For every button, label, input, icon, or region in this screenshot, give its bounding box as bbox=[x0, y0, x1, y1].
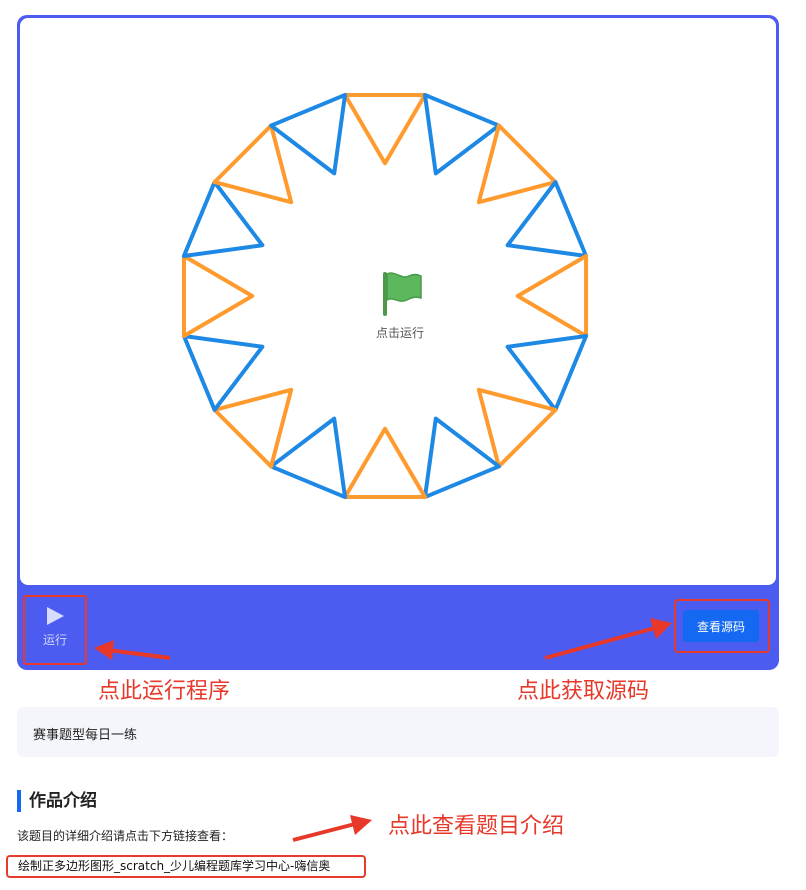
intro-hint: 点此查看题目介绍 bbox=[388, 814, 565, 839]
source-hint: 点此获取源码 bbox=[517, 679, 650, 704]
play-icon bbox=[47, 607, 64, 625]
tag-text: 赛事题型每日一练 bbox=[33, 728, 138, 743]
polygon-triangle bbox=[476, 123, 558, 205]
run-hint: 点此运行程序 bbox=[98, 679, 231, 704]
tag-box: 赛事题型每日一练 bbox=[17, 707, 779, 757]
stage-canvas[interactable]: 点击运行 bbox=[20, 18, 776, 585]
polygon-triangle bbox=[212, 123, 294, 205]
polygon-triangle bbox=[343, 92, 427, 166]
run-button[interactable]: 运行 bbox=[23, 595, 87, 665]
intro-description: 该题目的详细介绍请点击下方链接查看： bbox=[17, 829, 234, 843]
run-label: 运行 bbox=[42, 633, 67, 647]
intro-link[interactable]: 绘制正多边形图形_scratch_少儿编程题库学习中心-嗨信奥 bbox=[6, 855, 366, 878]
view-source-button[interactable]: 查看源码 bbox=[683, 610, 759, 642]
polygon-triangle bbox=[343, 426, 427, 500]
polygon-triangle bbox=[476, 387, 558, 469]
section-title: 作品介绍 bbox=[17, 790, 97, 812]
polygon-triangle bbox=[181, 254, 255, 338]
project-player: 点击运行 运行 查看源码 bbox=[17, 15, 779, 670]
polygon-triangle bbox=[212, 387, 294, 469]
arrow-intro bbox=[292, 822, 356, 842]
arrow-intro-head bbox=[350, 815, 372, 835]
green-flag-icon bbox=[383, 272, 422, 316]
polygon-triangle bbox=[515, 254, 589, 338]
green-flag-button[interactable]: 点击运行 bbox=[360, 268, 440, 341]
flag-label: 点击运行 bbox=[375, 326, 424, 340]
